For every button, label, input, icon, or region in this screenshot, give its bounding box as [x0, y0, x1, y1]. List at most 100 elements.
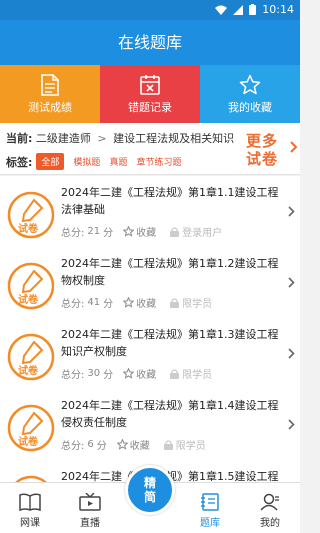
featured-center-button[interactable]: 精 简: [125, 465, 175, 515]
chevron-right-icon: [288, 348, 295, 359]
tag-mock[interactable]: 模拟题: [73, 155, 100, 168]
more-papers-line2: 试卷: [246, 150, 279, 168]
tv-icon: [79, 493, 101, 511]
favorite-button[interactable]: 收藏: [123, 366, 156, 381]
quick-actions: 测试成绩 错题记录 我的收藏: [0, 65, 300, 123]
paper-badge-text: 试卷: [18, 364, 39, 377]
access-badge: 限学员: [163, 437, 206, 452]
status-time: 10:14: [262, 3, 294, 16]
tab-live[interactable]: 直播: [60, 483, 120, 533]
paper-title: 2024年二建《工程法规》第1章1.1建设工程法律基础: [61, 186, 279, 216]
wrong-answers-button[interactable]: 错题记录: [100, 65, 200, 123]
tab-question-bank-label: 题库: [200, 518, 220, 529]
chevron-right-icon: [288, 419, 295, 430]
favorite-label: 收藏: [136, 299, 157, 310]
tags-label: 标签:: [6, 155, 33, 169]
paper-badge-text: 试卷: [18, 293, 39, 306]
access-label: 限学员: [182, 299, 213, 310]
tag-real[interactable]: 真题: [109, 155, 127, 168]
lock-icon: [163, 439, 173, 450]
my-favorites-button[interactable]: 我的收藏: [200, 65, 300, 123]
tag-chapter[interactable]: 章节练习题: [136, 155, 181, 168]
score-unit: 分: [103, 299, 114, 310]
paper-meta: 总分: 6 分 收藏 限学员: [61, 437, 206, 452]
score-value: 21: [87, 226, 101, 237]
paper-title: 2024年二建《工程法规》第1章1.4建设工程侵权责任制度: [61, 399, 279, 429]
access-label: 登录用户: [182, 228, 223, 239]
lock-icon: [170, 297, 180, 308]
tab-profile-label: 我的: [260, 518, 280, 529]
profile-icon: [260, 493, 279, 511]
wifi-icon: [215, 5, 228, 15]
star-icon: [123, 226, 135, 237]
score-unit: 分: [103, 370, 114, 381]
test-scores-button[interactable]: 测试成绩: [0, 65, 100, 123]
paper-item[interactable]: 试卷 2024年二建《工程法规》第1章1.2建设工程物权制度 总分: 41 分 …: [0, 247, 300, 318]
access-badge: 限学员: [170, 295, 212, 310]
paper-meta: 总分: 21 分 收藏 登录用户: [61, 224, 222, 239]
tab-profile[interactable]: 我的: [240, 483, 300, 533]
paper-item[interactable]: 试卷 2024年二建《工程法规》第1章1.4建设工程侵权责任制度 总分: 6 分…: [0, 389, 300, 460]
access-badge: 限学员: [170, 366, 212, 381]
access-label: 限学员: [175, 441, 206, 452]
paper-meta: 总分: 30 分 收藏 限学员: [61, 366, 212, 381]
more-papers-button[interactable]: 更多 试卷: [246, 129, 300, 169]
breadcrumb: 当前: 二级建造师 > 建设工程法规及相关知识: [6, 130, 234, 146]
score-label: 总分:: [61, 228, 85, 239]
center-button-line2: 简: [143, 490, 156, 504]
breadcrumb-separator: >: [97, 132, 107, 145]
tab-question-bank[interactable]: 题库: [180, 483, 240, 533]
lock-icon: [170, 368, 180, 379]
tag-all[interactable]: 全部: [36, 153, 65, 170]
paper-item[interactable]: 试卷 2024年二建《工程法规》第1章1.3建设工程知识产权制度 总分: 30 …: [0, 318, 300, 389]
current-label: 当前:: [6, 132, 33, 145]
favorite-button[interactable]: 收藏: [123, 295, 156, 310]
breadcrumb-exam[interactable]: 二级建造师: [36, 132, 91, 145]
chevron-right-icon: [288, 277, 295, 288]
access-label: 限学员: [182, 370, 213, 381]
paper-title: 2024年二建《工程法规》第1章1.2建设工程物权制度: [61, 257, 279, 287]
score-unit: 分: [96, 441, 107, 452]
paper-title: 2024年二建《工程法规》第1章1.3建设工程知识产权制度: [61, 328, 279, 358]
test-scores-label: 测试成绩: [28, 100, 72, 114]
score-label: 总分:: [61, 441, 85, 452]
page-title: 在线题库: [0, 20, 300, 65]
battery-icon: [249, 4, 257, 15]
favorite-label: 收藏: [136, 370, 157, 381]
paper-badge-icon: 试卷: [7, 191, 55, 239]
paper-item[interactable]: 试卷 2024年二建《工程法规》第1章1.1建设工程法律基础 总分: 21 分 …: [0, 176, 300, 247]
paper-title: 2024年二建《工程法规》第1章1.5建设工程: [61, 468, 286, 482]
tag-filter-row: 标签: 全部 模拟题 真题 章节练习题: [6, 153, 190, 170]
wrong-answers-label: 错题记录: [128, 100, 172, 114]
calendar-x-icon: [140, 74, 160, 95]
paper-badge-text: 试卷: [18, 435, 39, 448]
status-bar: 10:14: [0, 0, 300, 20]
paper-badge-icon: 试卷: [7, 333, 55, 381]
paper-badge-text: 试卷: [18, 222, 39, 235]
signal-icon: [233, 4, 244, 15]
document-icon: [41, 73, 59, 96]
score-value: 30: [87, 368, 101, 379]
score-label: 总分:: [61, 299, 85, 310]
favorite-label: 收藏: [136, 228, 157, 239]
favorite-button[interactable]: 收藏: [116, 437, 150, 452]
star-icon: [239, 74, 261, 94]
center-button-line1: 精: [143, 476, 156, 490]
book-icon: [19, 493, 41, 511]
score-label: 总分:: [61, 370, 85, 381]
my-favorites-label: 我的收藏: [228, 100, 272, 114]
more-papers-line1: 更多: [246, 132, 279, 150]
question-bank-icon: [201, 493, 219, 511]
lock-icon: [170, 226, 180, 237]
tab-courses[interactable]: 网课: [0, 483, 60, 533]
breadcrumb-subject[interactable]: 建设工程法规及相关知识: [113, 132, 234, 145]
star-icon: [123, 297, 135, 308]
paper-meta: 总分: 41 分 收藏 限学员: [61, 295, 212, 310]
favorite-button[interactable]: 收藏: [123, 224, 156, 239]
favorite-label: 收藏: [129, 441, 150, 452]
score-value: 41: [87, 297, 101, 308]
paper-badge-icon: 试卷: [7, 404, 55, 452]
paper-badge-icon: [15, 475, 47, 482]
paper-badge-icon: 试卷: [7, 262, 55, 310]
paper-list: 试卷 2024年二建《工程法规》第1章1.1建设工程法律基础 总分: 21 分 …: [0, 176, 300, 482]
